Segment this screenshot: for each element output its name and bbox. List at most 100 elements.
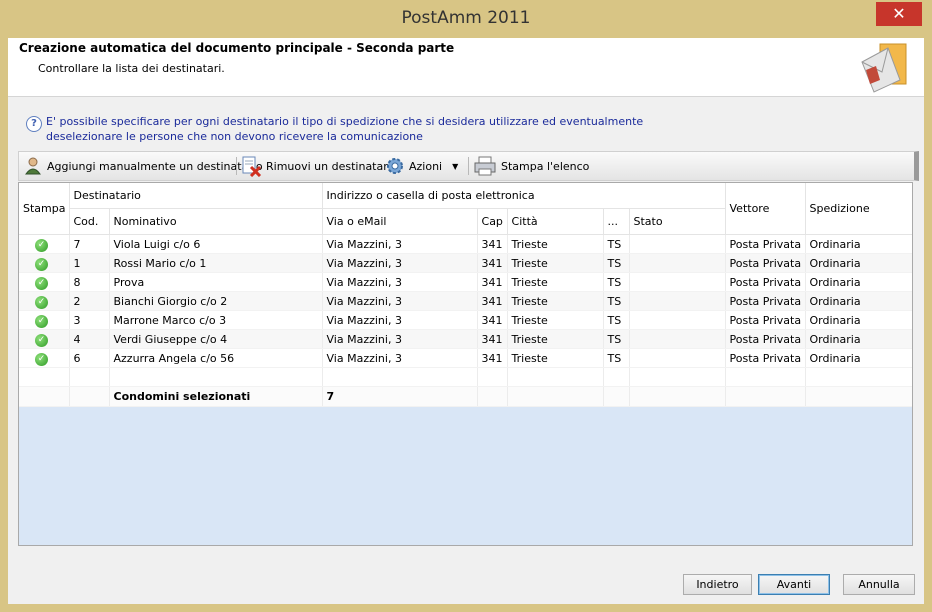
column-header-vettore[interactable]: Vettore — [725, 183, 806, 235]
column-header-stampa[interactable]: Stampa — [19, 183, 70, 235]
cell-vettore[interactable]: Posta Privata — [725, 310, 806, 330]
table-row[interactable]: ✓ 4 Verdi Giuseppe c/o 4 Via Mazzini, 3 341 T… — [19, 329, 912, 349]
group-header-destinatario: Destinatario — [69, 183, 323, 209]
column-header-cap[interactable]: Cap — [477, 208, 508, 235]
cell-spedizione[interactable]: Ordinaria — [805, 253, 912, 273]
table-row[interactable]: ✓ 8 Prova Via Mazzini, 3 341 Trieste TS Posta P… — [19, 272, 912, 292]
checkmark-icon[interactable]: ✓ — [35, 295, 48, 309]
cell-stato — [629, 348, 726, 368]
cell-nominativo: Rossi Mario c/o 1 — [109, 253, 323, 273]
total-empty-cell — [603, 386, 630, 407]
empty-row — [19, 367, 912, 387]
envelope-icon — [861, 43, 907, 93]
toolbar-separator — [236, 157, 237, 175]
cell-nominativo: Bianchi Giorgio c/o 2 — [109, 291, 323, 311]
cell-vettore[interactable]: Posta Privata — [725, 272, 806, 292]
cell-vettore[interactable]: Posta Privata — [725, 348, 806, 368]
cell-nominativo: Verdi Giuseppe c/o 4 — [109, 329, 323, 349]
cell-nominativo: Prova — [109, 272, 323, 292]
checkmark-icon[interactable]: ✓ — [35, 276, 48, 290]
toolbar: Aggiungi manualmente un destinatario Rim… — [18, 151, 919, 181]
cell-cap: 341 — [477, 234, 508, 254]
table-row[interactable]: ✓ 2 Bianchi Giorgio c/o 2 Via Mazzini, 3 341… — [19, 291, 912, 311]
recipients-table: Stampa Destinatario Indirizzo o casella … — [19, 183, 912, 407]
column-header-spedizione[interactable]: Spedizione — [805, 183, 912, 235]
add-recipient-label: Aggiungi manualmente un destinatario — [47, 159, 263, 173]
cell-spedizione[interactable]: Ordinaria — [805, 272, 912, 292]
print-check-cell[interactable]: ✓ — [19, 291, 70, 311]
cell-cod: 1 — [69, 253, 110, 273]
cancel-button[interactable]: Annulla — [843, 574, 915, 595]
cell-stato — [629, 329, 726, 349]
cell-cap: 341 — [477, 272, 508, 292]
question-icon: ? — [26, 116, 42, 132]
cell-stato — [629, 310, 726, 330]
cell-spedizione[interactable]: Ordinaria — [805, 310, 912, 330]
actions-label: Azioni — [409, 159, 443, 173]
close-button[interactable]: ✕ — [876, 2, 922, 26]
print-check-cell[interactable]: ✓ — [19, 253, 70, 273]
actions-dropdown[interactable]: Azioni ▼ — [385, 152, 458, 180]
cell-citta: Trieste — [507, 329, 604, 349]
table-row[interactable]: ✓ 6 Azzurra Angela c/o 56 Via Mazzini, 3 341… — [19, 348, 912, 368]
add-recipient-button[interactable]: Aggiungi manualmente un destinatario — [25, 152, 263, 180]
checkmark-icon[interactable]: ✓ — [35, 257, 48, 271]
column-header-citta[interactable]: Città — [507, 208, 604, 235]
remove-document-icon — [242, 156, 262, 177]
table-row[interactable]: ✓ 7 Viola Luigi c/o 6 Via Mazzini, 3 341 Trie… — [19, 234, 912, 254]
cell-nominativo: Azzurra Angela c/o 56 — [109, 348, 323, 368]
total-value: 7 — [322, 386, 478, 407]
cell-cod: 2 — [69, 291, 110, 311]
checkmark-icon[interactable]: ✓ — [35, 333, 48, 347]
print-check-cell[interactable]: ✓ — [19, 272, 70, 292]
column-header-stato[interactable]: Stato — [629, 208, 726, 235]
cell-cap: 341 — [477, 310, 508, 330]
cell-via: Via Mazzini, 3 — [322, 272, 478, 292]
empty-cell — [805, 367, 912, 387]
cell-prov: TS — [603, 272, 630, 292]
table-row[interactable]: ✓ 3 Marrone Marco c/o 3 Via Mazzini, 3 341 Tr… — [19, 310, 912, 330]
cell-spedizione[interactable]: Ordinaria — [805, 291, 912, 311]
cell-vettore[interactable]: Posta Privata — [725, 234, 806, 254]
cell-spedizione[interactable]: Ordinaria — [805, 329, 912, 349]
cell-vettore[interactable]: Posta Privata — [725, 329, 806, 349]
cell-via: Via Mazzini, 3 — [322, 348, 478, 368]
cell-prov: TS — [603, 291, 630, 311]
table-row[interactable]: ✓ 1 Rossi Mario c/o 1 Via Mazzini, 3 341 Trie… — [19, 253, 912, 273]
cell-spedizione[interactable]: Ordinaria — [805, 234, 912, 254]
empty-cell — [603, 367, 630, 387]
cell-cod: 7 — [69, 234, 110, 254]
print-list-button[interactable]: Stampa l'elenco — [474, 152, 589, 180]
remove-recipient-button[interactable]: Rimuovi un destinatario — [240, 152, 398, 180]
checkmark-icon[interactable]: ✓ — [35, 238, 48, 252]
total-empty-cell — [805, 386, 912, 407]
cell-citta: Trieste — [507, 234, 604, 254]
print-check-cell[interactable]: ✓ — [19, 310, 70, 330]
dropdown-arrow-icon: ▼ — [452, 161, 459, 171]
total-row: Condomini selezionati 7 — [19, 386, 912, 407]
empty-cell — [507, 367, 604, 387]
total-empty-cell — [629, 386, 726, 407]
print-check-cell[interactable]: ✓ — [19, 234, 70, 254]
checkmark-icon[interactable]: ✓ — [35, 352, 48, 366]
cell-vettore[interactable]: Posta Privata — [725, 291, 806, 311]
back-button[interactable]: Indietro — [683, 574, 752, 595]
cell-nominativo: Marrone Marco c/o 3 — [109, 310, 323, 330]
column-header-cod[interactable]: Cod. — [69, 208, 110, 235]
print-check-cell[interactable]: ✓ — [19, 329, 70, 349]
recipients-grid[interactable]: Stampa Destinatario Indirizzo o casella … — [18, 182, 913, 546]
empty-cell — [477, 367, 508, 387]
column-header-via[interactable]: Via o eMail — [322, 208, 478, 235]
cell-vettore[interactable]: Posta Privata — [725, 253, 806, 273]
next-button[interactable]: Avanti — [758, 574, 830, 595]
total-empty-cell — [507, 386, 604, 407]
print-check-cell[interactable]: ✓ — [19, 348, 70, 368]
column-header-prov[interactable]: ... — [603, 208, 630, 235]
column-header-nominativo[interactable]: Nominativo — [109, 208, 323, 235]
total-empty-cell — [725, 386, 806, 407]
cell-via: Via Mazzini, 3 — [322, 253, 478, 273]
cell-citta: Trieste — [507, 253, 604, 273]
cell-spedizione[interactable]: Ordinaria — [805, 348, 912, 368]
total-empty-cell — [19, 386, 70, 407]
checkmark-icon[interactable]: ✓ — [35, 314, 48, 328]
